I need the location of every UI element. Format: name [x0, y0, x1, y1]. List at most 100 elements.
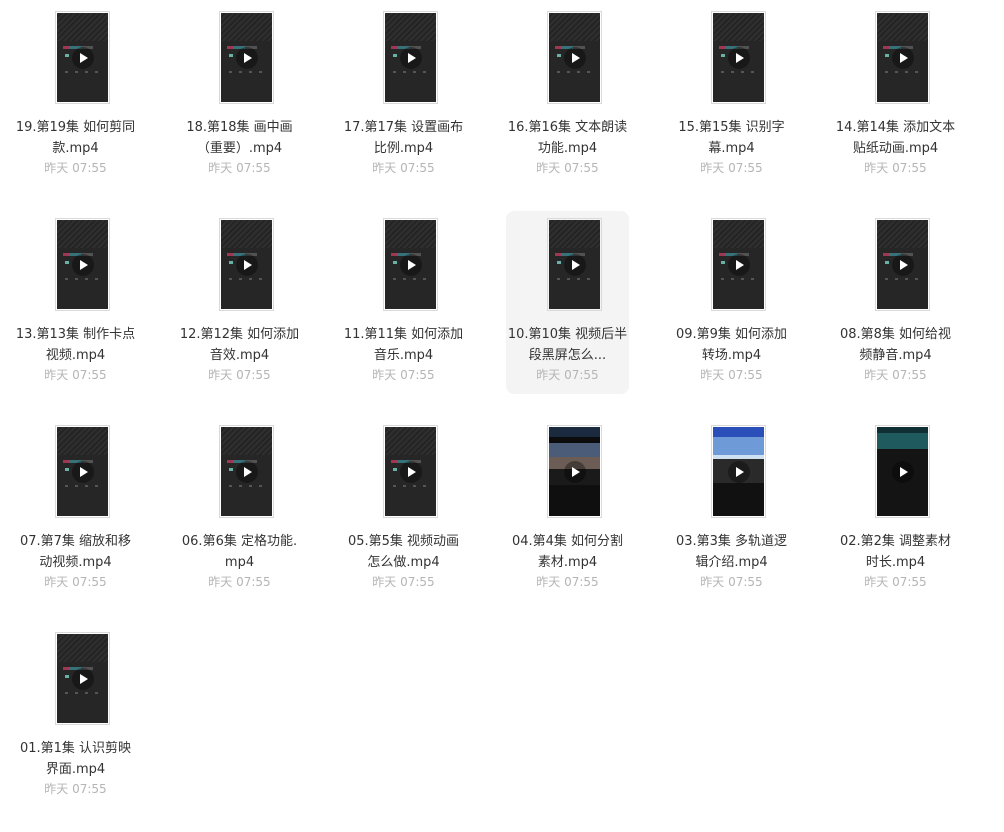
file-name[interactable]: 13.第13集 制作卡点视频.mp4 — [14, 324, 137, 366]
file-date: 昨天 07:55 — [44, 575, 107, 589]
file-date: 昨天 07:55 — [864, 575, 927, 589]
video-thumbnail[interactable] — [55, 11, 110, 104]
file-name[interactable]: 17.第17集 设置画布比例.mp4 — [342, 117, 465, 159]
file-tile[interactable]: 10.第10集 视频后半段黑屏怎么... 昨天 07:55 — [506, 211, 629, 394]
play-icon[interactable] — [899, 466, 908, 477]
play-icon[interactable] — [735, 259, 744, 270]
video-thumbnail[interactable] — [547, 11, 602, 104]
file-name[interactable]: 02.第2集 调整素材时长.mp4 — [834, 531, 957, 573]
video-thumbnail[interactable] — [875, 11, 930, 104]
video-thumbnail[interactable] — [547, 218, 602, 311]
file-tile[interactable]: 09.第9集 如何添加转场.mp4 昨天 07:55 — [670, 211, 793, 394]
play-icon[interactable] — [735, 466, 744, 477]
file-tile[interactable]: 07.第7集 缩放和移动视频.mp4 昨天 07:55 — [14, 418, 137, 601]
thumbnail-detail — [229, 468, 233, 471]
thumbnail-detail — [393, 54, 397, 57]
thumbnail-detail — [65, 71, 99, 73]
file-date: 昨天 07:55 — [864, 368, 927, 382]
file-date: 昨天 07:55 — [864, 161, 927, 175]
file-date: 昨天 07:55 — [44, 161, 107, 175]
file-tile[interactable]: 14.第14集 添加文本贴纸动画.mp4 昨天 07:55 — [834, 4, 957, 187]
file-tile[interactable]: 08.第8集 如何给视频静音.mp4 昨天 07:55 — [834, 211, 957, 394]
file-date: 昨天 07:55 — [536, 368, 599, 382]
file-tile[interactable]: 04.第4集 如何分割素材.mp4 昨天 07:55 — [506, 418, 629, 601]
file-tile[interactable]: 15.第15集 识别字幕.mp4 昨天 07:55 — [670, 4, 793, 187]
file-name[interactable]: 12.第12集 如何添加音效.mp4 — [178, 324, 301, 366]
play-icon[interactable] — [243, 466, 252, 477]
file-date: 昨天 07:55 — [700, 368, 763, 382]
file-name[interactable]: 09.第9集 如何添加转场.mp4 — [670, 324, 793, 366]
file-name[interactable]: 06.第6集 定格功能.mp4 — [178, 531, 301, 573]
thumbnail-detail — [229, 261, 233, 264]
file-tile[interactable]: 18.第18集 画中画（重要）.mp4 昨天 07:55 — [178, 4, 301, 187]
file-name[interactable]: 19.第19集 如何剪同款.mp4 — [14, 117, 137, 159]
video-thumbnail[interactable] — [383, 11, 438, 104]
thumbnail-detail — [721, 261, 725, 264]
file-tile[interactable]: 11.第11集 如何添加音乐.mp4 昨天 07:55 — [342, 211, 465, 394]
video-thumbnail[interactable] — [55, 425, 110, 518]
file-name[interactable]: 15.第15集 识别字幕.mp4 — [670, 117, 793, 159]
file-tile[interactable]: 01.第1集 认识剪映界面.mp4 昨天 07:55 — [14, 625, 137, 808]
video-thumbnail[interactable] — [219, 11, 274, 104]
thumbnail-detail — [557, 54, 561, 57]
video-thumbnail[interactable] — [547, 425, 602, 518]
video-thumbnail[interactable] — [875, 425, 930, 518]
play-icon[interactable] — [79, 466, 88, 477]
file-name[interactable]: 07.第7集 缩放和移动视频.mp4 — [14, 531, 137, 573]
thumbnail-detail — [393, 261, 397, 264]
play-icon[interactable] — [407, 466, 416, 477]
play-icon[interactable] — [571, 466, 580, 477]
play-icon[interactable] — [571, 259, 580, 270]
video-thumbnail[interactable] — [219, 425, 274, 518]
thumbnail-detail — [557, 278, 591, 280]
thumbnail-detail — [393, 71, 427, 73]
file-tile[interactable]: 13.第13集 制作卡点视频.mp4 昨天 07:55 — [14, 211, 137, 394]
video-thumbnail[interactable] — [55, 632, 110, 725]
play-icon[interactable] — [243, 52, 252, 63]
thumbnail-detail — [885, 278, 919, 280]
video-thumbnail[interactable] — [711, 218, 766, 311]
play-icon[interactable] — [407, 259, 416, 270]
file-name[interactable]: 03.第3集 多轨道逻辑介绍.mp4 — [670, 531, 793, 573]
thumbnail-detail — [229, 278, 263, 280]
video-thumbnail[interactable] — [383, 218, 438, 311]
file-name[interactable]: 16.第16集 文本朗读功能.mp4 — [506, 117, 629, 159]
play-icon[interactable] — [79, 52, 88, 63]
file-name[interactable]: 14.第14集 添加文本贴纸动画.mp4 — [834, 117, 957, 159]
thumbnail-detail — [721, 54, 725, 57]
play-icon[interactable] — [79, 673, 88, 684]
video-thumbnail[interactable] — [55, 218, 110, 311]
file-tile[interactable]: 06.第6集 定格功能.mp4 昨天 07:55 — [178, 418, 301, 601]
file-name[interactable]: 01.第1集 认识剪映界面.mp4 — [14, 738, 137, 780]
file-tile[interactable]: 05.第5集 视频动画怎么做.mp4 昨天 07:55 — [342, 418, 465, 601]
file-date: 昨天 07:55 — [44, 368, 107, 382]
play-icon[interactable] — [899, 52, 908, 63]
file-name[interactable]: 10.第10集 视频后半段黑屏怎么... — [506, 324, 629, 366]
file-tile[interactable]: 19.第19集 如何剪同款.mp4 昨天 07:55 — [14, 4, 137, 187]
video-thumbnail[interactable] — [219, 218, 274, 311]
play-icon[interactable] — [571, 52, 580, 63]
play-icon[interactable] — [735, 52, 744, 63]
play-icon[interactable] — [79, 259, 88, 270]
play-icon[interactable] — [243, 259, 252, 270]
video-thumbnail[interactable] — [711, 425, 766, 518]
play-icon[interactable] — [407, 52, 416, 63]
file-name[interactable]: 05.第5集 视频动画怎么做.mp4 — [342, 531, 465, 573]
file-tile[interactable]: 03.第3集 多轨道逻辑介绍.mp4 昨天 07:55 — [670, 418, 793, 601]
file-name[interactable]: 11.第11集 如何添加音乐.mp4 — [342, 324, 465, 366]
file-tile[interactable]: 17.第17集 设置画布比例.mp4 昨天 07:55 — [342, 4, 465, 187]
file-date: 昨天 07:55 — [44, 782, 107, 796]
file-tile[interactable]: 16.第16集 文本朗读功能.mp4 昨天 07:55 — [506, 4, 629, 187]
file-tile[interactable]: 12.第12集 如何添加音效.mp4 昨天 07:55 — [178, 211, 301, 394]
file-tile[interactable]: 02.第2集 调整素材时长.mp4 昨天 07:55 — [834, 418, 957, 601]
video-thumbnail[interactable] — [875, 218, 930, 311]
thumbnail-detail — [229, 485, 263, 487]
file-name[interactable]: 18.第18集 画中画（重要）.mp4 — [178, 117, 301, 159]
file-name[interactable]: 08.第8集 如何给视频静音.mp4 — [834, 324, 957, 366]
video-thumbnail[interactable] — [711, 11, 766, 104]
file-date: 昨天 07:55 — [208, 368, 271, 382]
thumbnail-detail — [65, 692, 99, 694]
play-icon[interactable] — [899, 259, 908, 270]
video-thumbnail[interactable] — [383, 425, 438, 518]
file-name[interactable]: 04.第4集 如何分割素材.mp4 — [506, 531, 629, 573]
